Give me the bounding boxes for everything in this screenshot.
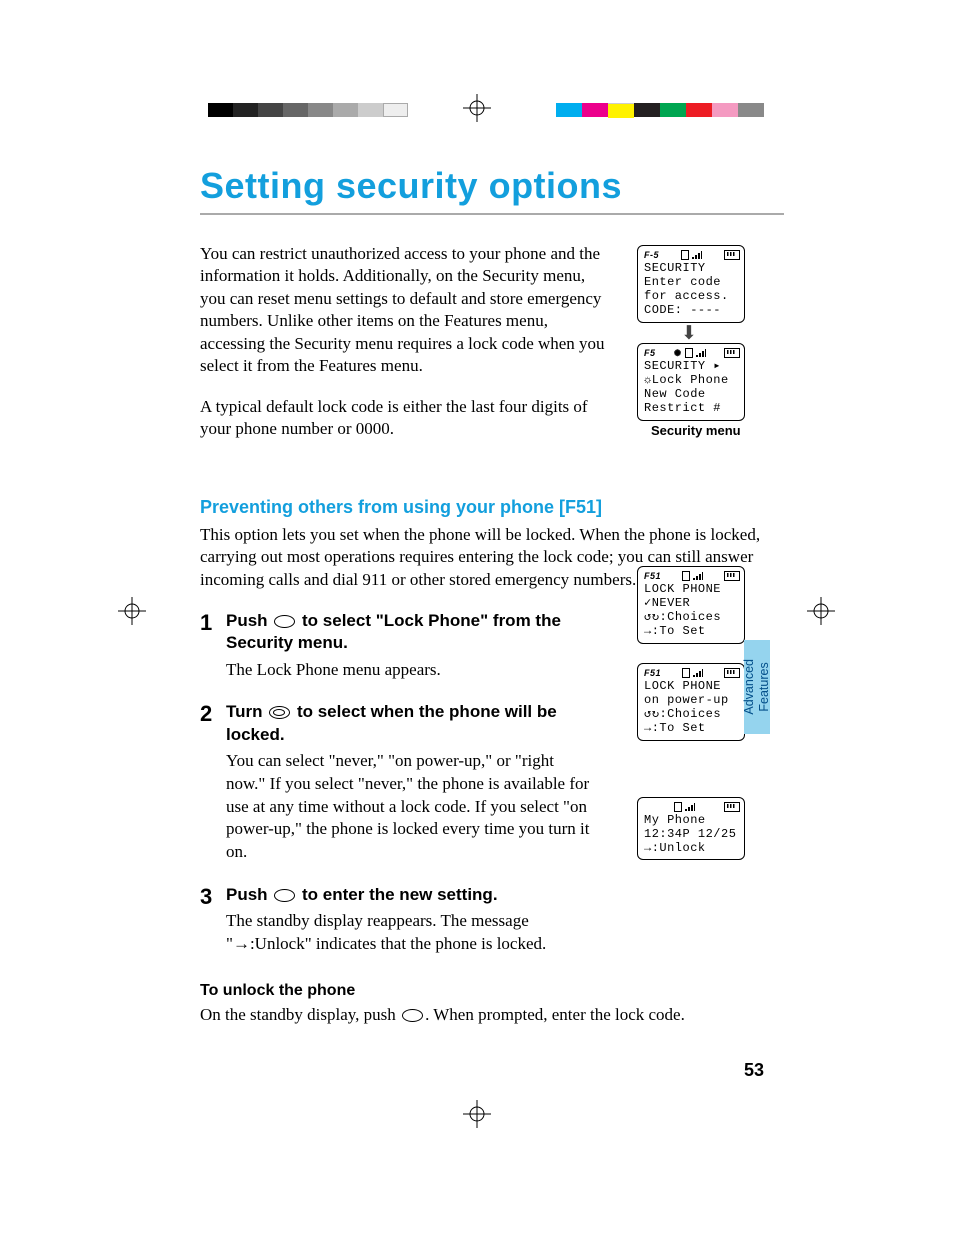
step-3: 3 Push to enter the new setting. The sta… [200, 884, 784, 956]
registration-mark-icon [463, 1100, 491, 1128]
subsection-heading: To unlock the phone [200, 982, 784, 1000]
down-arrow-icon: ⬇ [681, 322, 697, 345]
title-rule [200, 213, 784, 215]
registration-mark-icon [118, 597, 146, 625]
screen-caption: Security menu [651, 423, 741, 438]
step-number: 3 [200, 884, 226, 956]
step-text: You can select "never," "on power-up," o… [226, 750, 596, 865]
phone-screen-enter-code: F-5 SECURITY Enter code for access. CODE… [637, 245, 745, 323]
section-tab: Advanced Features [744, 640, 770, 734]
subsection-text: On the standby display, push . When prom… [200, 1004, 784, 1027]
push-dial-icon [402, 1009, 423, 1022]
step-number: 1 [200, 610, 226, 681]
push-dial-icon [274, 615, 295, 628]
intro-paragraph: A typical default lock code is either th… [200, 396, 610, 441]
step-heading: Push to enter the new setting. [226, 884, 596, 906]
registration-mark-icon [807, 597, 835, 625]
step-number: 2 [200, 701, 226, 864]
step-text: The Lock Phone menu appears. [226, 659, 596, 682]
phone-screen-security-menu: F5✺ SECURITY ▸ ☼Lock Phone New Code Rest… [637, 343, 745, 421]
color-chips [556, 103, 764, 118]
step-text: The standby display reappears. The messa… [226, 910, 596, 956]
push-dial-icon [274, 889, 295, 902]
phone-screen-lock-never: F51 LOCK PHONE ✓NEVER ↺↻:Choices →:To Se… [637, 566, 745, 644]
phone-screen-standby: My Phone 12:34P 12/25 →:Unlock [637, 797, 745, 860]
section-heading: Preventing others from using your phone … [200, 497, 784, 518]
step-heading: Push to select "Lock Phone" from the Sec… [226, 610, 596, 654]
turn-dial-icon [269, 706, 290, 719]
intro-paragraph: You can restrict unauthorized access to … [200, 243, 610, 378]
step-heading: Turn to select when the phone will be lo… [226, 701, 596, 745]
phone-screen-lock-powerup: F51 LOCK PHONE on power-up ↺↻:Choices →:… [637, 663, 745, 741]
registration-mark-icon [463, 94, 491, 122]
page-number: 53 [744, 1060, 764, 1081]
page-title: Setting security options [200, 165, 784, 207]
grayscale-chips [208, 103, 408, 117]
